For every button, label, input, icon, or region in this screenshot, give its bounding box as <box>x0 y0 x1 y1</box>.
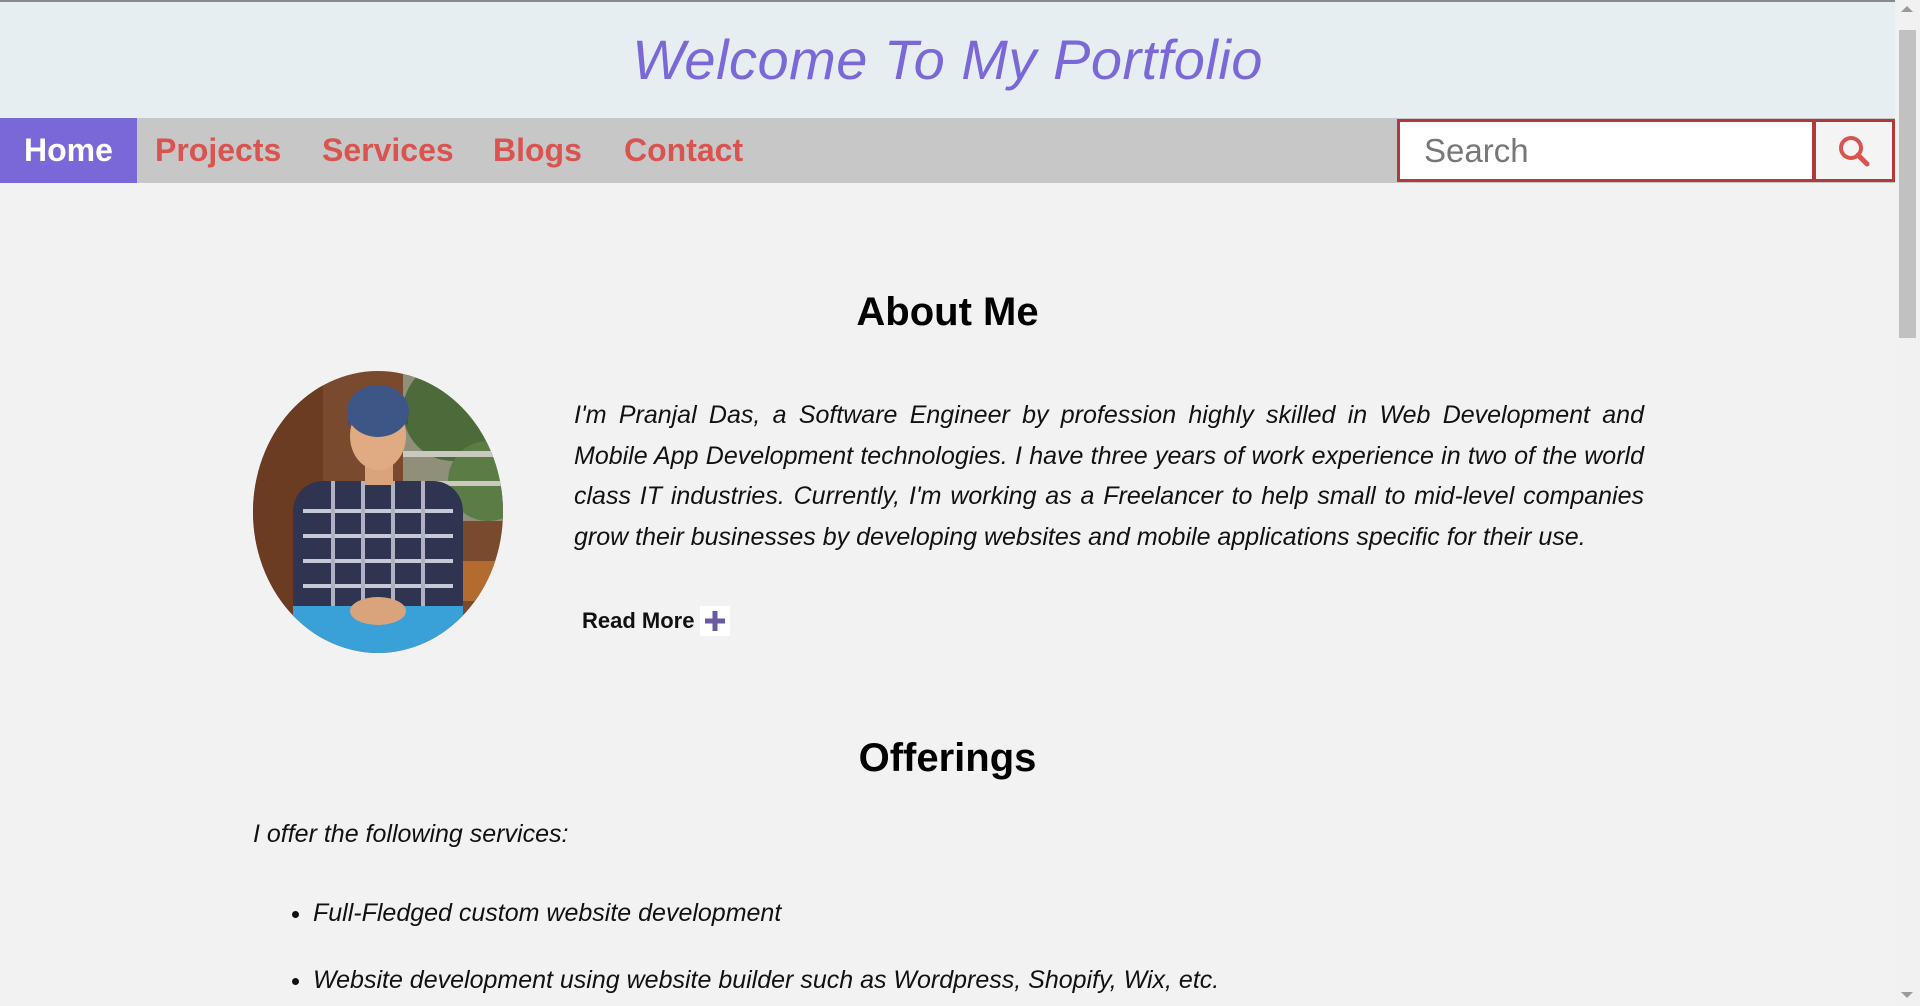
read-more-label: Read More <box>582 608 695 633</box>
site-header: Welcome To My Portfolio <box>0 2 1895 118</box>
search-button[interactable] <box>1813 119 1895 182</box>
profile-photo <box>253 371 503 653</box>
portfolio-page: Welcome To My Portfolio Home Projects Se… <box>0 0 1920 1006</box>
nav-home[interactable]: Home <box>0 118 137 183</box>
nav-projects[interactable]: Projects <box>155 118 281 183</box>
offerings-list: Full-Fledged custom website development … <box>253 880 1219 1006</box>
vertical-scrollbar[interactable] <box>1895 0 1920 1006</box>
list-item: Full-Fledged custom website development <box>313 880 1219 947</box>
site-title: Welcome To My Portfolio <box>632 28 1263 91</box>
read-more-button[interactable]: Read More <box>574 603 738 639</box>
nav-blogs[interactable]: Blogs <box>493 118 582 183</box>
search-input[interactable] <box>1397 119 1815 182</box>
offerings-heading: Offerings <box>858 736 1037 780</box>
scrollbar-thumb[interactable] <box>1899 30 1916 338</box>
scroll-down-icon[interactable] <box>1901 992 1913 998</box>
profile-photo-illustration <box>253 371 503 653</box>
list-item: Website development using website builde… <box>313 947 1219 1006</box>
nav-contact[interactable]: Contact <box>624 118 743 183</box>
search-icon <box>1839 135 1870 166</box>
about-heading: About Me <box>856 290 1039 334</box>
nav-services[interactable]: Services <box>322 118 454 183</box>
plus-icon <box>700 606 731 636</box>
offerings-intro: I offer the following services: <box>253 820 569 848</box>
about-text: I'm Pranjal Das, a Software Engineer by … <box>574 401 1644 551</box>
scroll-up-icon[interactable] <box>1901 6 1913 12</box>
